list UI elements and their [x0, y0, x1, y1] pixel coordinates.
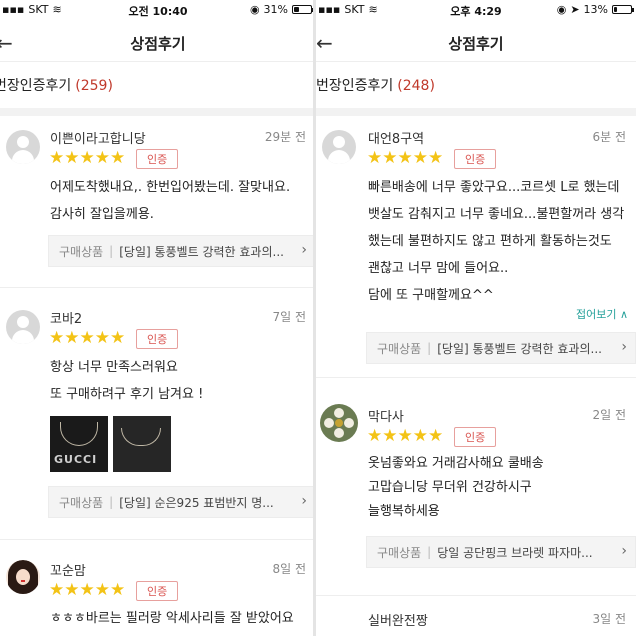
right-screen: ▪▪▪ SKT ≋ 오후 4:29 ◉ ➤ 13% ← 상점후기 번장인증후기(…: [316, 0, 636, 636]
verified-badge: 인증: [136, 149, 179, 169]
review-time: 8일 전: [272, 562, 306, 576]
review-text: 항상 너무 만족스러워요 또 구매하려구 후기 남겨요 !: [50, 360, 204, 402]
avatar: [6, 560, 40, 594]
verified-badge: 인증: [454, 149, 497, 169]
verified-badge: 인증: [136, 581, 179, 601]
review-item: 실버완전짱 3일 전: [316, 600, 636, 636]
status-bar: ▪▪▪ SKT ≋ 오전 10:40 ◉ 31%: [0, 0, 316, 18]
review-item: 막다사 2일 전 ★★★★★ 인증 옷넘좋와요 거래감사해요 쿨배송 고맙습니당…: [316, 386, 636, 596]
product-name: [당일] 통풍벨트 강력한 효과의...: [119, 244, 284, 259]
review-text: ㅎㅎㅎ바르는 필러랑 악세사리들 잘 받았어요: [50, 611, 294, 626]
review-text: 옷넘좋와요 거래감사해요 쿨배송 고맙습니당 무더위 건강하시구 늘행복하세용: [368, 456, 544, 519]
reviewer-name: 대언8구역: [368, 132, 425, 147]
avatar: [6, 130, 40, 164]
review-item: 이쁜이라고합니당 29분 전 ★★★★★ 인증 어제도착했내요,. 한번입어봤는…: [0, 116, 316, 288]
review-time: 3일 전: [592, 612, 626, 626]
star-rating: ★★★★★: [49, 580, 126, 600]
product-label: 구매상품: [59, 495, 104, 510]
star-rating: ★★★★★: [49, 328, 126, 348]
page-title: 상점후기: [448, 35, 504, 53]
verified-badge: 인증: [136, 329, 179, 349]
star-rating: ★★★★★: [49, 148, 126, 168]
product-name: 당일 공단핑크 브라렛 파자마...: [437, 545, 593, 560]
status-bar: ▪▪▪ SKT ≋ 오후 4:29 ◉ ➤ 13%: [316, 0, 636, 18]
purchased-product-link[interactable]: 구매상품 | [당일] 통풍벨트 강력한 효과의... ›: [366, 332, 636, 364]
product-label: 구매상품: [377, 341, 422, 356]
review-count: (259): [75, 78, 113, 94]
review-time: 2일 전: [592, 408, 626, 422]
location-icon: ➤: [570, 3, 580, 16]
reviewer-name: 이쁜이라고합니당: [50, 132, 146, 147]
nav-bar: ← 상점후기: [316, 22, 636, 62]
review-item: 대언8구역 6분 전 ★★★★★ 인증 빠른배송에 너무 좋았구요...코르셋 …: [316, 116, 636, 378]
review-section-header: 번장인증후기 (248): [316, 75, 636, 101]
review-photo[interactable]: [113, 416, 171, 472]
rotation-lock-icon: ◉: [556, 3, 567, 16]
section-label: 번장인증후기: [0, 78, 72, 94]
chevron-right-icon: ›: [621, 339, 627, 355]
review-count: (248): [397, 78, 435, 94]
reviewer-name: 실버완전짱: [368, 614, 428, 629]
page-title: 상점후기: [130, 35, 186, 53]
avatar: [6, 310, 40, 344]
battery-percent: 13%: [583, 3, 608, 16]
product-label: 구매상품: [377, 545, 422, 560]
review-text: 빠른배송에 너무 좋았구요...코르셋 L로 했는데 뱃살도 감춰지고 너무 좋…: [368, 180, 625, 303]
collapse-link[interactable]: 접어보기 ∧: [576, 306, 628, 322]
review-text: 어제도착했내요,. 한번입어봤는데. 잘맞내요. 감사히 잘입을께용.: [50, 180, 291, 222]
avatar: [322, 130, 356, 164]
chevron-right-icon: ›: [621, 543, 627, 559]
battery-percent: 31%: [263, 3, 288, 16]
purchased-product-link[interactable]: 구매상품 | 당일 공단핑크 브라렛 파자마... ›: [366, 536, 636, 568]
product-name: [당일] 순은925 표범반지 명...: [119, 495, 274, 510]
review-time: 7일 전: [272, 310, 306, 324]
star-rating: ★★★★★: [367, 426, 444, 446]
review-time: 6분 전: [592, 130, 626, 144]
battery-icon: [292, 5, 314, 14]
section-label: 번장인증후기: [316, 78, 394, 94]
battery-icon: [612, 5, 634, 14]
product-name: [당일] 통풍벨트 강력한 효과의...: [437, 341, 602, 356]
rotation-lock-icon: ◉: [249, 3, 260, 16]
product-label: 구매상품: [59, 244, 104, 259]
verified-badge: 인증: [454, 427, 497, 447]
chevron-right-icon: ›: [301, 242, 307, 258]
star-rating: ★★★★★: [367, 148, 444, 168]
left-screen: ▪▪▪ SKT ≋ 오전 10:40 ◉ 31% ← 상점후기 번장인증후기 (2…: [0, 0, 316, 636]
purchased-product-link[interactable]: 구매상품 | [당일] 순은925 표범반지 명... ›: [48, 486, 316, 518]
reviewer-name: 막다사: [368, 410, 404, 425]
section-divider: [316, 108, 636, 116]
section-divider: [0, 108, 316, 116]
reviewer-name: 코바2: [50, 312, 83, 327]
review-item: 꼬순맘 8일 전 ★★★★★ 인증 ㅎㅎㅎ바르는 필러랑 악세사리들 잘 받았어…: [0, 548, 316, 636]
nav-bar: ← 상점후기: [0, 22, 316, 62]
review-photo[interactable]: GUCCI: [50, 416, 108, 472]
reviewer-name: 꼬순맘: [50, 564, 86, 579]
chevron-right-icon: ›: [301, 493, 307, 509]
avatar: [320, 404, 358, 442]
review-item: 코바2 7일 전 ★★★★★ 인증 항상 너무 만족스러워요 또 구매하려구 후…: [0, 296, 316, 540]
review-time: 29분 전: [264, 130, 306, 144]
purchased-product-link[interactable]: 구매상품 | [당일] 통풍벨트 강력한 효과의... ›: [48, 235, 316, 267]
review-section-header: 번장인증후기 (259): [0, 75, 316, 101]
